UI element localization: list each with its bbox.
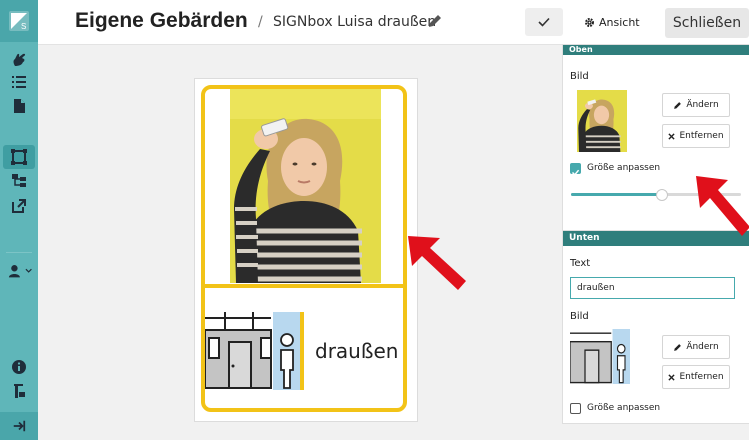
- card-pictogram[interactable]: [204, 312, 301, 390]
- sidebar: S: [0, 0, 38, 440]
- bottom-remove-label: Entfernen: [679, 372, 724, 382]
- top-image-thumbnail[interactable]: [577, 90, 627, 152]
- pencil-icon: [674, 101, 682, 109]
- close-icon: [668, 132, 676, 140]
- bottom-text-input[interactable]: draußen: [570, 277, 735, 299]
- logout-button[interactable]: [0, 412, 38, 440]
- sidebar-divider: [6, 252, 32, 253]
- top-remove-label: Entfernen: [679, 131, 724, 141]
- bottom-change-image-button[interactable]: Ändern: [662, 335, 730, 359]
- top-fit-size-checkbox[interactable]: [570, 163, 581, 176]
- top-remove-image-button[interactable]: Entfernen: [662, 124, 730, 148]
- section-top-header: Oben: [563, 45, 749, 55]
- svg-text:S: S: [21, 22, 26, 31]
- user-menu[interactable]: [8, 262, 32, 280]
- logo-icon: S: [9, 11, 29, 31]
- frame-icon[interactable]: [9, 148, 29, 166]
- card-pictogram-bar: [300, 312, 304, 390]
- document-icon[interactable]: [9, 97, 29, 115]
- top-size-slider-handle[interactable]: [656, 189, 669, 201]
- card-divider: [204, 284, 405, 288]
- bottom-fit-size-label: Größe anpassen: [587, 403, 661, 413]
- chevron-down-icon: [25, 268, 32, 273]
- view-button[interactable]: Ansicht: [584, 8, 648, 36]
- bottom-change-label: Ändern: [686, 342, 719, 352]
- top-image-label: Bild: [570, 71, 589, 82]
- top-size-slider-fill: [571, 193, 662, 196]
- pencil-icon: [674, 343, 682, 351]
- top-change-label: Ändern: [686, 100, 719, 110]
- hierarchy-icon[interactable]: [9, 172, 29, 190]
- sign-icon[interactable]: [9, 382, 29, 400]
- close-icon: [668, 373, 676, 381]
- close-button[interactable]: Schließen: [665, 8, 749, 38]
- breadcrumb: SIGNbox Luisa draußen: [273, 14, 437, 30]
- edit-title-icon[interactable]: [427, 13, 443, 29]
- card-word[interactable]: draußen: [315, 339, 398, 363]
- logout-icon: [13, 420, 26, 432]
- annotation-arrow-icon: [696, 176, 749, 236]
- confirm-button[interactable]: [525, 8, 563, 36]
- bottom-image-label: Bild: [570, 311, 589, 322]
- page-title: Eigene Gebärden: [75, 9, 248, 32]
- info-icon[interactable]: [9, 358, 29, 376]
- hand-icon[interactable]: [9, 50, 29, 68]
- app-logo[interactable]: S: [0, 0, 38, 42]
- section-bottom: Unten Text draußen Bild Ändern Entfernen…: [562, 230, 749, 424]
- gear-icon: [585, 17, 594, 27]
- bottom-remove-image-button[interactable]: Entfernen: [662, 365, 730, 389]
- list-icon[interactable]: [9, 73, 29, 91]
- external-link-icon[interactable]: [9, 197, 29, 215]
- top-change-image-button[interactable]: Ändern: [662, 93, 730, 117]
- header: Eigene Gebärden / SIGNbox Luisa draußen …: [38, 0, 749, 45]
- view-button-label: Ansicht: [599, 15, 640, 29]
- card-photo[interactable]: [230, 89, 381, 283]
- annotation-arrow-icon: [408, 236, 466, 290]
- bottom-fit-size-checkbox[interactable]: [570, 403, 581, 414]
- top-fit-size-label: Größe anpassen: [587, 163, 661, 173]
- checkmark-icon: [571, 169, 580, 176]
- check-icon: [538, 17, 550, 27]
- breadcrumb-separator: /: [258, 14, 263, 30]
- bottom-image-thumbnail[interactable]: [570, 329, 630, 384]
- user-icon: [8, 265, 20, 278]
- bottom-text-label: Text: [570, 258, 591, 269]
